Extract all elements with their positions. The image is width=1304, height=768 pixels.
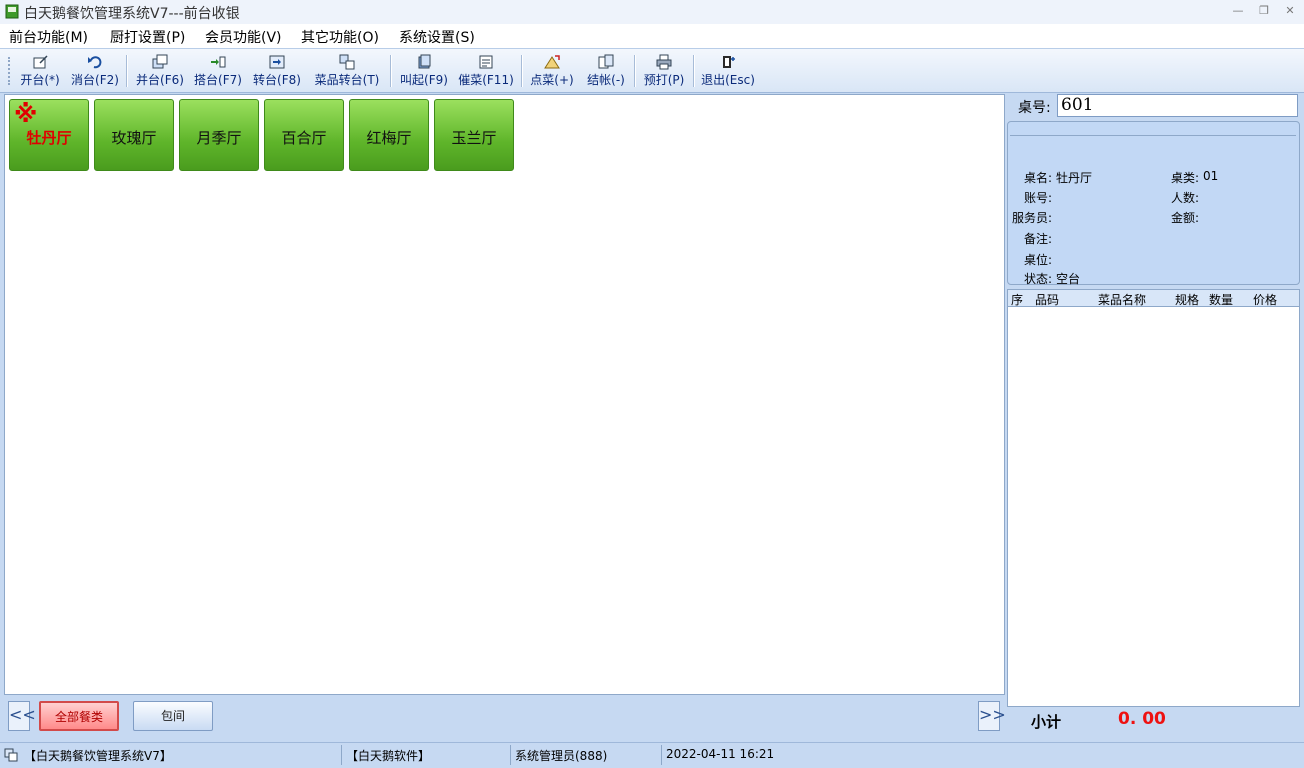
menu-kitchen-print[interactable]: 厨打设置(P) bbox=[110, 27, 185, 47]
room-tile-yulan[interactable]: 玉兰厅 bbox=[434, 99, 514, 171]
app-icon bbox=[5, 4, 19, 19]
seat-label: 桌位: bbox=[1024, 253, 1053, 267]
merge-table-icon bbox=[152, 54, 168, 69]
status-datetime: 2022-04-11 16:21 bbox=[666, 747, 775, 761]
table-type-value: 01 bbox=[1203, 169, 1219, 183]
menu-system[interactable]: 系统设置(S) bbox=[399, 27, 475, 47]
checkout-button[interactable]: 结帐(-) bbox=[583, 52, 629, 90]
order-icon bbox=[544, 55, 560, 69]
toolbar-separator bbox=[693, 55, 695, 87]
hold-button[interactable]: 叫起(F9) bbox=[397, 52, 451, 90]
subtotal-value: 0. 00 bbox=[1118, 709, 1166, 729]
waiter-label: 服务员: bbox=[1012, 211, 1053, 225]
column-dish-name: 菜品名称 bbox=[1098, 293, 1147, 307]
room-label: 玫瑰厅 bbox=[111, 129, 157, 147]
room-grid: ※ 牡丹厅 玫瑰厅 月季厅 百合厅 红梅厅 玉兰厅 bbox=[4, 94, 1005, 695]
room-tile-meigui[interactable]: 玫瑰厅 bbox=[94, 99, 174, 171]
room-label: 百合厅 bbox=[281, 129, 327, 147]
toolbar-separator bbox=[521, 55, 523, 87]
table-name-label: 桌名: bbox=[1024, 171, 1053, 185]
status-separator bbox=[510, 745, 511, 765]
status-separator bbox=[341, 745, 342, 765]
hold-icon bbox=[418, 54, 431, 69]
amount-label: 金额: bbox=[1171, 211, 1200, 225]
category-bar: << 全部餐类 包间 >> bbox=[4, 695, 1006, 737]
subtotal-label: 小计 bbox=[1031, 713, 1062, 731]
column-spec: 规格 bbox=[1175, 293, 1200, 307]
transfer-dish-icon bbox=[339, 54, 355, 70]
status-app-icon bbox=[4, 748, 18, 762]
remark-label: 备注: bbox=[1024, 232, 1053, 246]
table-number-input[interactable]: 601 bbox=[1057, 94, 1298, 117]
merge-table-button[interactable]: 并台(F6) bbox=[133, 52, 187, 90]
account-label: 账号: bbox=[1024, 191, 1053, 205]
minimize-icon[interactable]: — bbox=[1228, 3, 1248, 19]
category-all-button[interactable]: 全部餐类 bbox=[39, 701, 119, 731]
order-button[interactable]: 点菜(+) bbox=[527, 52, 577, 90]
status-product: 【白天鹅餐饮管理系统V7】 bbox=[24, 749, 172, 763]
room-label: 玉兰厅 bbox=[451, 129, 497, 147]
restore-icon[interactable]: ❐ bbox=[1254, 3, 1274, 19]
category-private-room-button[interactable]: 包间 bbox=[133, 701, 213, 731]
table-detail-panel: 桌号: 601 桌名: 牡丹厅 桌类: 01 账号: 人数: 服务员: 金额: … bbox=[1005, 94, 1302, 739]
people-label: 人数: bbox=[1171, 191, 1200, 205]
table-name-value: 牡丹厅 bbox=[1056, 171, 1093, 185]
order-table-header: 序 品码 菜品名称 规格 数量 价格 bbox=[1007, 289, 1300, 307]
column-quantity: 数量 bbox=[1209, 293, 1234, 307]
status-user: 系统管理员(888) bbox=[515, 749, 608, 763]
undo-icon bbox=[88, 56, 102, 69]
room-tile-mudan[interactable]: ※ 牡丹厅 bbox=[9, 99, 89, 171]
hurry-icon bbox=[479, 55, 493, 69]
share-table-icon bbox=[211, 56, 226, 68]
occupied-mark-icon: ※ bbox=[14, 100, 38, 128]
status-bar: 【白天鹅餐饮管理系统V7】 【白天鹅软件】 系统管理员(888) 2022-04… bbox=[0, 742, 1304, 768]
transfer-dish-button[interactable]: 菜品转台(T) bbox=[309, 52, 385, 90]
checkout-icon bbox=[598, 54, 614, 69]
transfer-table-button[interactable]: 转台(F8) bbox=[250, 52, 304, 90]
table-number-label: 桌号: bbox=[1018, 100, 1051, 116]
category-next-button[interactable]: >> bbox=[978, 701, 1006, 731]
menu-front-desk[interactable]: 前台功能(M) bbox=[9, 27, 88, 47]
close-icon[interactable]: ✕ bbox=[1280, 3, 1300, 19]
toolbar: 开台(*) 消台(F2) 并台(F6) 搭台(F7) 转台(F8) 菜品转台(T… bbox=[0, 49, 1304, 93]
room-label: 牡丹厅 bbox=[26, 129, 72, 147]
printer-icon bbox=[656, 54, 672, 70]
menu-member[interactable]: 会员功能(V) bbox=[205, 27, 282, 47]
divider bbox=[1010, 135, 1296, 136]
transfer-table-icon bbox=[269, 55, 285, 69]
status-company: 【白天鹅软件】 bbox=[346, 749, 431, 763]
share-table-button[interactable]: 搭台(F7) bbox=[191, 52, 245, 90]
toolbar-grip[interactable] bbox=[8, 57, 13, 85]
open-table-icon bbox=[33, 55, 48, 69]
table-type-label: 桌类: bbox=[1171, 171, 1200, 185]
window-title: 白天鹅餐饮管理系统V7---前台收银 bbox=[24, 6, 240, 22]
toolbar-separator bbox=[390, 55, 392, 87]
room-label: 红梅厅 bbox=[366, 129, 412, 147]
room-label: 月季厅 bbox=[196, 129, 242, 147]
pre-print-button[interactable]: 预打(P) bbox=[640, 52, 688, 90]
cancel-table-button[interactable]: 消台(F2) bbox=[68, 52, 122, 90]
status-label: 状态: bbox=[1024, 272, 1053, 286]
order-list[interactable] bbox=[1007, 307, 1300, 707]
exit-icon bbox=[723, 56, 735, 68]
toolbar-separator bbox=[634, 55, 636, 87]
status-separator bbox=[661, 745, 662, 765]
menu-other[interactable]: 其它功能(O) bbox=[301, 27, 379, 47]
room-tile-baihe[interactable]: 百合厅 bbox=[264, 99, 344, 171]
status-value: 空台 bbox=[1056, 272, 1081, 286]
exit-button[interactable]: 退出(Esc) bbox=[699, 52, 757, 90]
open-table-button[interactable]: 开台(*) bbox=[16, 52, 64, 90]
column-price: 价格 bbox=[1253, 293, 1278, 307]
room-tile-hongmei[interactable]: 红梅厅 bbox=[349, 99, 429, 171]
hurry-button[interactable]: 催菜(F11) bbox=[456, 52, 516, 90]
toolbar-separator bbox=[126, 55, 128, 87]
column-index: 序 bbox=[1011, 293, 1024, 307]
category-prev-button[interactable]: << bbox=[8, 701, 36, 731]
menu-bar: 前台功能(M) 厨打设置(P) 会员功能(V) 其它功能(O) 系统设置(S) bbox=[0, 24, 1304, 49]
room-tile-yueji[interactable]: 月季厅 bbox=[179, 99, 259, 171]
column-code: 品码 bbox=[1035, 293, 1060, 307]
title-bar: 白天鹅餐饮管理系统V7---前台收银 — ❐ ✕ bbox=[0, 0, 1304, 24]
